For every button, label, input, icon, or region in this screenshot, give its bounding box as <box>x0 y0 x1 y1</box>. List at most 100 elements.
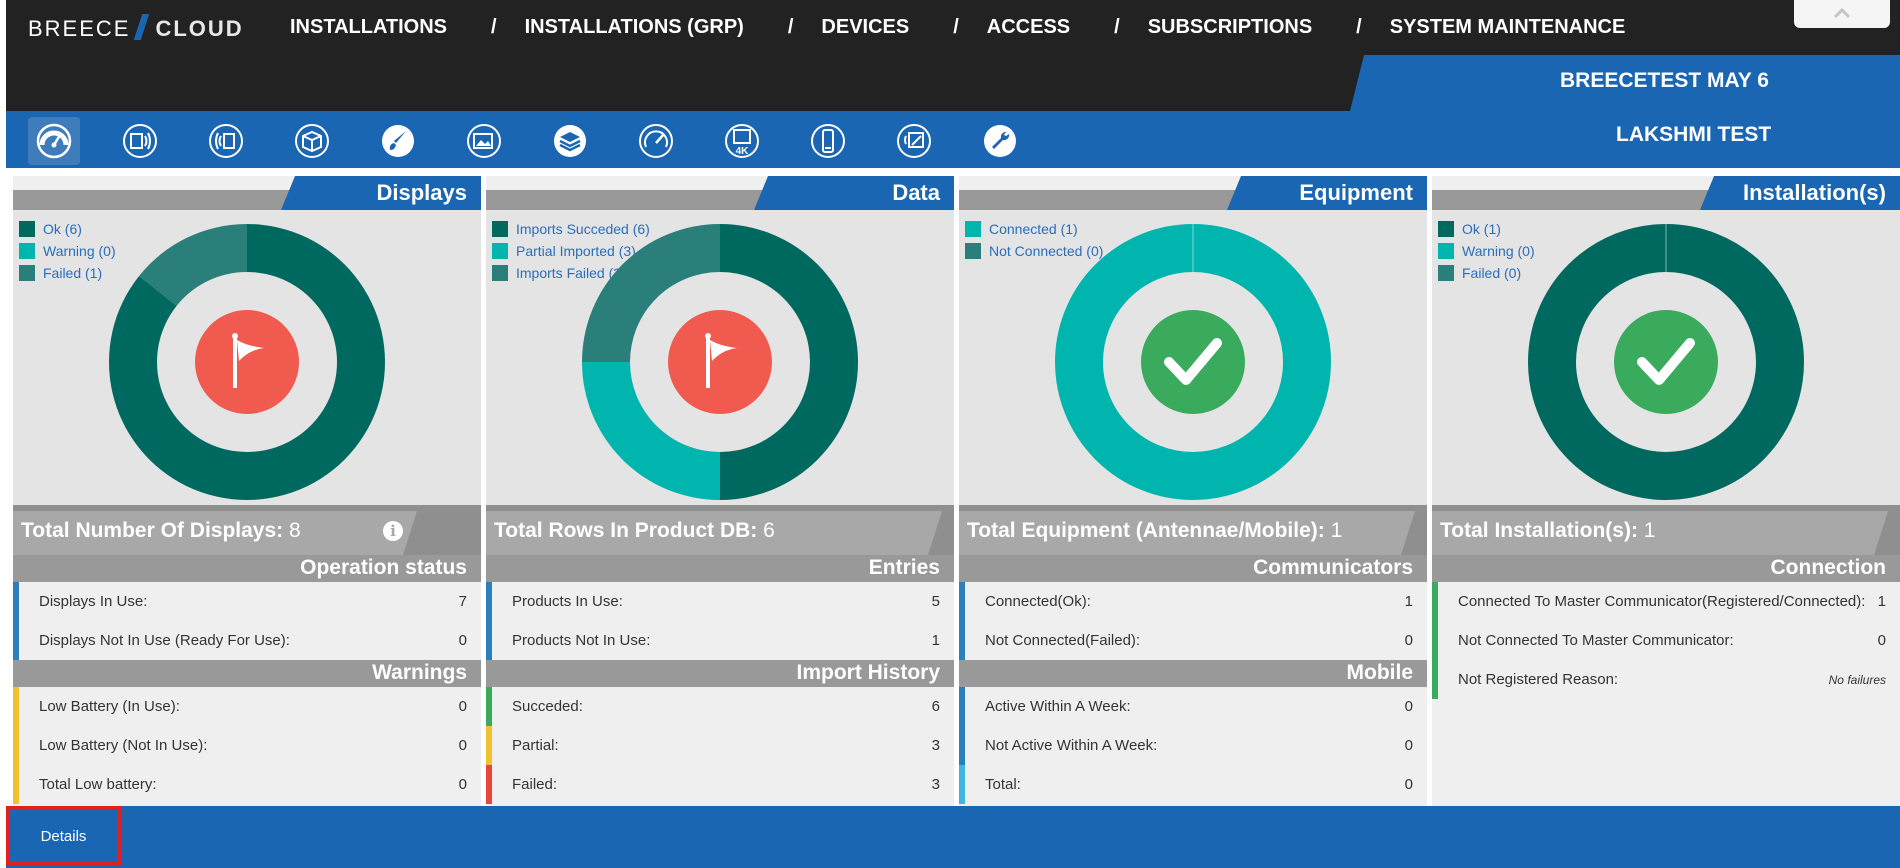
section-header: Communicators <box>959 555 1427 582</box>
antenna-icon <box>123 124 157 158</box>
toolbar-dashboard-button[interactable] <box>28 117 80 165</box>
stat-value: 0 <box>1404 737 1413 754</box>
toolbar-communicator-button[interactable] <box>200 117 252 165</box>
legend-item[interactable]: Warning (0) <box>19 240 116 262</box>
status-donut-chart[interactable] <box>109 224 385 500</box>
legend-item[interactable]: Ok (6) <box>19 218 116 240</box>
stat-value: 0 <box>458 776 467 793</box>
toolbar-gauge-button[interactable] <box>630 117 682 165</box>
total-value: 6 <box>763 519 775 542</box>
nav-separator: / <box>787 16 794 38</box>
section-rows: Connected To Master Communicator(Registe… <box>1432 582 1900 699</box>
brand-left: BREECE <box>28 16 131 41</box>
stat-label: Partial: <box>512 737 559 754</box>
legend-item[interactable]: Failed (0) <box>1438 262 1535 284</box>
panel-data: Data Imports Succeded (6) Partial Imported… <box>486 176 954 806</box>
stat-label: Succeded: <box>512 698 583 715</box>
tool-icon-bar: 4K LAKSHMI TEST <box>6 111 1900 168</box>
total-bar: Total Number Of Displays: 8 i <box>13 505 481 555</box>
legend-swatch <box>492 221 508 237</box>
legend-item[interactable]: Warning (0) <box>1438 240 1535 262</box>
total-value: 8 <box>289 519 301 542</box>
section-header: Warnings <box>13 660 481 687</box>
stat-value: 0 <box>1404 698 1413 715</box>
installation-name: BREECETEST MAY 6 <box>1560 69 1769 92</box>
communicator-icon <box>209 124 243 158</box>
section-title: Operation status <box>300 556 467 579</box>
legend-label: Warning (0) <box>1462 243 1535 259</box>
status-donut-chart[interactable] <box>582 224 858 500</box>
stat-value: 0 <box>458 632 467 649</box>
stat-row: Low Battery (Not In Use): 0 <box>13 726 481 765</box>
footer-bar: Details <box>6 806 1900 868</box>
nav-item-installations[interactable]: INSTALLATIONS <box>290 16 447 39</box>
panel-chart-area: Ok (6) Warning (0) Failed (1) <box>13 210 481 505</box>
stat-row: Connected To Master Communicator(Registe… <box>1432 582 1900 621</box>
nav-item-installations-grp[interactable]: INSTALLATIONS (GRP) <box>525 16 744 39</box>
status-circle <box>1141 310 1245 414</box>
toolbar-wrench-button[interactable] <box>974 117 1026 165</box>
stat-row: Not Registered Reason: No failures <box>1432 660 1900 699</box>
stat-label: Connected(Ok): <box>985 593 1091 610</box>
stat-row: Products Not In Use: 1 <box>486 621 954 660</box>
total-bar: Total Installation(s): 1 <box>1432 505 1900 555</box>
legend-swatch <box>492 243 508 259</box>
panel-chart-area: Imports Succeded (6) Partial Imported (3)… <box>486 210 954 505</box>
toolbar-brush-button[interactable] <box>372 117 424 165</box>
status-donut-chart[interactable] <box>1528 224 1804 500</box>
stat-label: Low Battery (In Use): <box>39 698 180 715</box>
stat-label: Not Connected(Failed): <box>985 632 1141 649</box>
section-header: Operation status <box>13 555 481 582</box>
nav-item-system-maintenance[interactable]: SYSTEM MAINTENANCE <box>1390 16 1626 39</box>
stat-row: Not Active Within A Week: 0 <box>959 726 1427 765</box>
panel-title: Data <box>892 180 940 205</box>
panel-chart-area: Connected (1) Not Connected (0) <box>959 210 1427 505</box>
section-rows: Displays In Use: 7 Displays Not In Use (Re… <box>13 582 481 660</box>
legend-item[interactable]: Failed (1) <box>19 262 116 284</box>
stat-label: Not Registered Reason: <box>1458 671 1619 688</box>
nav-item-subscriptions[interactable]: SUBSCRIPTIONS <box>1148 16 1312 39</box>
chart-legend: Ok (6) Warning (0) Failed (1) <box>19 218 116 284</box>
info-icon[interactable]: i <box>383 521 403 541</box>
stat-value: 1 <box>1877 593 1886 610</box>
panel-title: Displays <box>376 180 468 205</box>
toolbar-images-button[interactable] <box>458 117 510 165</box>
toolbar-layers-button[interactable] <box>544 117 596 165</box>
stat-value: 6 <box>931 698 940 715</box>
toolbar-package-button[interactable] <box>286 117 338 165</box>
legend-item[interactable]: Ok (1) <box>1438 218 1535 240</box>
toolbar-antenna-button[interactable] <box>114 117 166 165</box>
stat-value: 0 <box>1404 776 1413 793</box>
section-rows: Connected(Ok): 1 Not Connected(Failed): 0 <box>959 582 1427 660</box>
section-title: Warnings <box>372 661 467 684</box>
total-value: 1 <box>1643 519 1656 542</box>
stat-label: Total Low battery: <box>39 776 157 793</box>
stat-row: Failed: 3 <box>486 765 954 804</box>
details-button[interactable]: Details <box>6 806 121 866</box>
stat-row: Total Low battery: 0 <box>13 765 481 804</box>
stat-value: 3 <box>931 737 940 754</box>
brand-logo[interactable]: BREECE CLOUD <box>28 14 244 42</box>
panel-title: Equipment <box>1299 180 1413 205</box>
stat-row: Succeded: 6 <box>486 687 954 726</box>
legend-swatch <box>492 265 508 281</box>
total-label: Total Equipment (Antennae/Mobile): <box>967 519 1325 542</box>
status-donut-chart[interactable] <box>1055 224 1331 500</box>
toolbar-mobile-phone-button[interactable] <box>802 117 854 165</box>
collapse-header-button[interactable] <box>1794 0 1890 28</box>
toolbar-signal-edit-button[interactable] <box>888 117 940 165</box>
nav-item-access[interactable]: ACCESS <box>987 16 1070 39</box>
brush-icon <box>382 125 414 157</box>
stat-value: 1 <box>931 632 940 649</box>
legend-swatch <box>1438 265 1454 281</box>
mobile-phone-icon <box>811 124 845 158</box>
legend-label: Failed (1) <box>43 265 103 281</box>
stat-label: Connected To Master Communicator(Registe… <box>1458 593 1866 610</box>
main-nav: INSTALLATIONS / INSTALLATIONS (GRP) / DEVICE… <box>290 16 1625 39</box>
panel-displays: Displays Ok (6) Warning (0) Failed (1) Total… <box>13 176 481 806</box>
legend-swatch <box>1438 221 1454 237</box>
nav-item-devices[interactable]: DEVICES <box>821 16 909 39</box>
legend-swatch <box>965 221 981 237</box>
stat-row: Total: 0 <box>959 765 1427 804</box>
toolbar-monitor-4k-button[interactable]: 4K <box>716 117 768 165</box>
